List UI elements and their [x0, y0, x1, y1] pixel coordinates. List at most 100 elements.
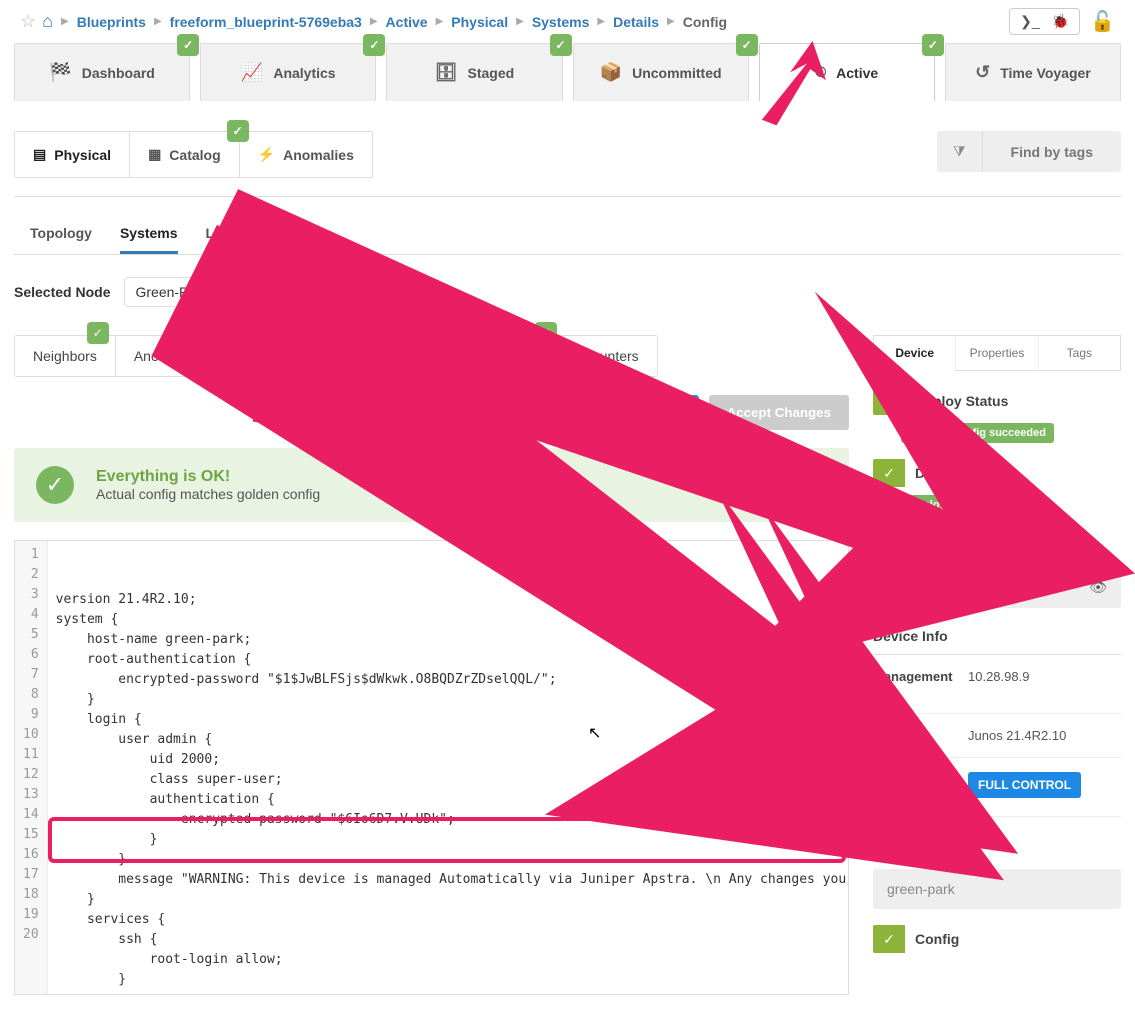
chevron-right-icon: ▶ [597, 16, 605, 27]
terminal-icon[interactable]: ❯_ [1020, 13, 1040, 30]
thirdtab-topology[interactable]: Topology [30, 215, 92, 254]
chevron-right-icon: ▶ [154, 16, 162, 27]
detailtab-anomalies[interactable]: ✓Anomalies [116, 336, 218, 376]
opmode-key: Operation Mode [873, 772, 968, 802]
hostname-label: Hostname [915, 839, 983, 855]
flag-check-icon: ✓ [873, 387, 905, 415]
deploy-mode-pill: Deploy [901, 495, 954, 515]
filter-icon: ⧩ [937, 131, 983, 172]
righttab-tags[interactable]: Tags [1039, 336, 1120, 371]
chevron-right-icon: ▶ [436, 16, 444, 27]
tab-time-voyager[interactable]: ↺ Time Voyager [945, 43, 1121, 101]
righttab-device[interactable]: Device [874, 336, 956, 371]
detailtab-config[interactable]: ✓Config [218, 336, 299, 376]
check-badge-icon: ✓ [922, 34, 944, 56]
chevron-right-icon: ▶ [667, 16, 675, 27]
eye-icon[interactable]: 👁 [1089, 579, 1107, 596]
check-badge-icon: ✓ [271, 322, 293, 344]
detailtab-counters[interactable]: Counters [564, 336, 657, 376]
favorite-star-icon[interactable]: ☆ [20, 11, 36, 32]
lock-open-icon[interactable]: 🔓 [1090, 9, 1115, 34]
selected-node-row: Selected Node Green-Park ✕ [14, 277, 1121, 307]
chevron-right-icon: ▶ [370, 16, 378, 27]
flag-check-icon: ✓ [873, 531, 905, 559]
check-badge-icon: ✓ [87, 322, 109, 344]
subtab-catalog[interactable]: ✓▦Catalog [130, 132, 240, 177]
list-icon: ▦ [148, 146, 161, 163]
breadcrumb-link[interactable]: freeform_blueprint-5769eba3 [170, 14, 362, 30]
tab-label: Anomalies [134, 348, 199, 364]
subtab-anomalies[interactable]: ⚡Anomalies [240, 132, 372, 177]
tab-label: Active [836, 65, 878, 81]
sn-value: 52540080FDB4 [887, 580, 985, 596]
tab-analytics[interactable]: ✓📈Analytics [200, 43, 376, 101]
status-ok-banner: ✓ Everything is OK! Actual config matche… [14, 448, 849, 522]
ok-subtitle: Actual config matches golden config [96, 486, 320, 502]
thirdtab-systems[interactable]: Systems [120, 215, 178, 254]
config-side-label: Config [915, 931, 959, 947]
sub-tabs: ▤Physical ✓▦Catalog ⚡Anomalies [14, 131, 373, 178]
find-by-tags-label: Find by tags [983, 132, 1121, 172]
tab-label: Time Voyager [1000, 65, 1091, 81]
mouse-cursor-icon: ↖ [588, 723, 601, 743]
tab-dashboard[interactable]: ✓🏁Dashboard [14, 43, 190, 101]
os-value: Junos 21.4R2.10 [968, 728, 1121, 743]
right-tabs: Device Properties Tags [873, 335, 1121, 371]
mgmt-ip-key: Management IP [873, 669, 968, 699]
subtab-label: Catalog [169, 147, 220, 163]
config-code-viewer[interactable]: 1234567891011121314151617181920 version … [14, 540, 849, 995]
ok-title: Everything is OK! [96, 468, 320, 486]
home-icon[interactable]: ⌂ [42, 11, 53, 32]
breadcrumb-link[interactable]: Details [613, 14, 659, 30]
history-icon: ↺ [975, 62, 990, 83]
full-control-button[interactable]: FULL CONTROL [968, 772, 1081, 798]
breadcrumb-link[interactable]: Systems [532, 14, 590, 30]
detailtab-neighbors[interactable]: ✓Neighbors [15, 336, 116, 376]
breadcrumb-link[interactable]: Physical [451, 14, 508, 30]
quick-action-box: ❯_ 🐞 [1009, 8, 1080, 35]
arrow-annotation [745, 41, 835, 131]
deploy-status-pill: Service Config succeeded [901, 423, 1054, 443]
selected-node-chip[interactable]: Green-Park ✕ [124, 277, 234, 307]
breadcrumb-link[interactable]: Blueprints [77, 14, 146, 30]
breadcrumb-link[interactable]: Active [386, 14, 428, 30]
check-badge-icon: ✓ [177, 34, 199, 56]
code-gutter: 1234567891011121314151617181920 [15, 541, 48, 994]
tab-uncommitted[interactable]: ✓📦Uncommitted [573, 43, 749, 101]
device-info-title: Device Info [873, 618, 1121, 655]
flag-check-icon: ✓ [873, 925, 905, 953]
cube-icon: 📦 [600, 62, 622, 83]
close-icon[interactable]: ✕ [214, 285, 224, 299]
main-tabs: ✓🏁Dashboard ✓📈Analytics ✓🗄Staged ✓📦Uncom… [0, 43, 1135, 101]
layout-icon: ▤ [33, 146, 46, 163]
selected-node-label: Selected Node [14, 284, 110, 300]
tab-label: Neighbors [33, 348, 97, 364]
subtab-physical[interactable]: ▤Physical [15, 132, 130, 177]
box-icon: 🗄 [435, 62, 458, 83]
tab-label: Analytics [273, 65, 335, 81]
righttab-properties[interactable]: Properties [956, 336, 1038, 371]
third-tabs: Topology Systems Links [14, 215, 1121, 255]
tab-staged[interactable]: ✓🗄Staged [386, 43, 562, 101]
find-by-tags-button[interactable]: ⧩ Find by tags [937, 131, 1121, 172]
deploy-mode-label: Deploy Mode [915, 465, 1002, 481]
detailtab-hostname[interactable]: ✓Hostname [463, 336, 564, 376]
apply-full-config-button[interactable]: Apply Full Config [552, 395, 698, 430]
chart-icon: 📈 [241, 62, 263, 83]
bug-icon[interactable]: 🐞 [1052, 13, 1069, 30]
flag-check-icon: ✓ [873, 833, 905, 861]
chevron-right-icon: ▶ [516, 16, 524, 27]
deploy-status-label: Deploy Status [915, 393, 1008, 409]
tab-label: Config [236, 348, 280, 364]
tab-label: Counters [582, 348, 639, 364]
thirdtab-links[interactable]: Links [206, 215, 243, 254]
tab-label: LLDP [409, 348, 444, 364]
check-badge-icon: ✓ [189, 322, 211, 344]
detailtab-interface[interactable]: ✓Interface [300, 336, 391, 376]
check-badge-icon: ✓ [363, 34, 385, 56]
detailtab-lldp[interactable]: LLDP [391, 336, 463, 376]
chevron-right-icon: ▶ [61, 16, 69, 27]
hostname-value: green-park [887, 881, 955, 897]
gauge-icon: 🏁 [49, 62, 71, 83]
hostname-value-box: green-park [873, 869, 1121, 909]
